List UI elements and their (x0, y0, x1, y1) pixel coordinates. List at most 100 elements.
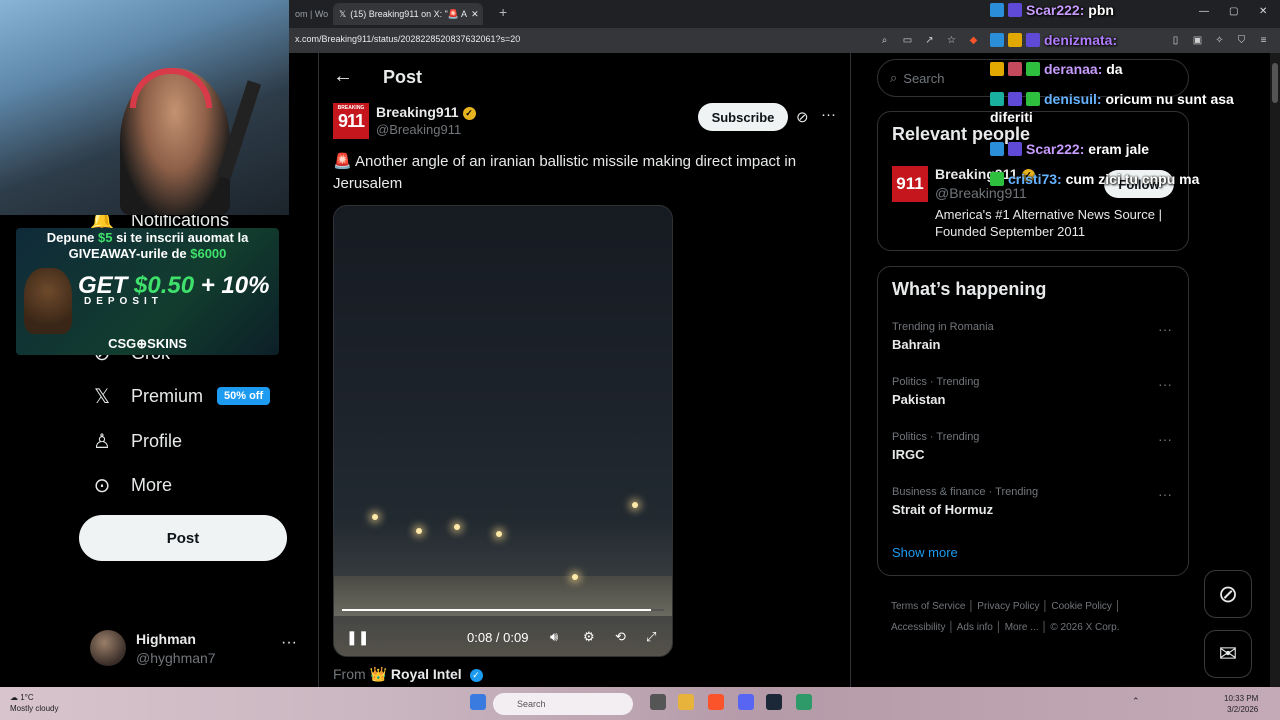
author-name[interactable]: Breaking911 ✓ (376, 104, 476, 120)
video-player[interactable]: ❚❚ 0:08 / 0:09 🔊︎ ⚙ ⟲ ⤢ (333, 205, 673, 657)
webcam-overlay (0, 0, 289, 215)
relevant-person-bio: America's #1 Alternative News Source | F… (935, 207, 1162, 239)
rotate-icon[interactable]: ⟲ (615, 629, 626, 645)
trend-item[interactable]: Business & finance · Trending Strait of H… (892, 486, 1182, 517)
avatar[interactable]: 911 (892, 166, 928, 202)
windows-start-icon[interactable] (470, 694, 486, 710)
search-icon: ⌕ (890, 70, 898, 85)
discord-icon[interactable] (738, 694, 754, 710)
browser-tab[interactable]: om | Wo (289, 3, 331, 25)
ad-logo: CSG⊕SKINS (108, 336, 187, 351)
footer-link[interactable]: More ... (1005, 622, 1039, 633)
grok-float-button[interactable]: ⊘ (1204, 570, 1252, 618)
close-window-button[interactable]: ✕ (1259, 6, 1267, 17)
steam-icon[interactable] (766, 694, 782, 710)
footer-link[interactable]: Ads info (957, 622, 993, 633)
source-name[interactable]: 👑 Royal Intel (370, 666, 462, 682)
account-switcher[interactable]: Highman @hyghman7 ··· (90, 628, 305, 672)
close-tab-icon[interactable]: ✕ (467, 9, 479, 20)
trend-name: Strait of Hormuz (892, 502, 994, 517)
gift-icon (1026, 92, 1040, 106)
ad-text: GIVEAWAY-urile de (68, 246, 191, 261)
nav-more[interactable]: ⊙ More (90, 473, 172, 497)
fullscreen-icon[interactable]: ⤢ (646, 629, 656, 645)
chat-text: da (1106, 61, 1123, 77)
brave-shield-icon[interactable]: ◆ (967, 34, 980, 47)
messages-float-button[interactable]: ✉ (1204, 630, 1252, 678)
grok-icon[interactable]: ⊘ (796, 108, 809, 126)
scrollbar-thumb[interactable] (1272, 63, 1278, 103)
footer-link[interactable]: Accessibility (891, 622, 945, 633)
browser-tab-active[interactable]: 𝕏 (15) Breaking911 on X: "🚨 A ✕ (333, 3, 483, 25)
volume-icon[interactable]: 🔊︎ (550, 629, 558, 645)
zoom-icon[interactable]: ⌕ (878, 34, 891, 47)
video-progress-bar[interactable] (342, 609, 664, 611)
chat-text: eram jale (1088, 141, 1149, 157)
trend-item[interactable]: Trending in Romania Bahrain ··· (892, 321, 1182, 352)
share-icon[interactable]: ↗ (923, 34, 936, 47)
chat-message: denizmata: (990, 31, 1260, 49)
back-arrow-icon[interactable]: ← (333, 65, 353, 88)
more-dots-icon[interactable]: ··· (281, 634, 297, 652)
author-avatar[interactable]: BREAKING 911 (333, 103, 369, 139)
badge-icon (990, 142, 1004, 156)
temperature: 1°C (20, 693, 34, 702)
new-tab-button[interactable]: + (499, 4, 507, 20)
globe-icon[interactable] (796, 694, 812, 710)
file-explorer-icon[interactable] (678, 694, 694, 710)
chat-user: deranaa: (1044, 61, 1103, 77)
footer-link[interactable]: Terms of Service (891, 601, 965, 612)
ad-text: GET (78, 272, 135, 299)
more-dots-icon[interactable]: ··· (1158, 321, 1172, 337)
clock-date: 3/2/2026 (1227, 705, 1259, 714)
settings-gear-icon[interactable]: ⚙ (583, 629, 595, 645)
video-progress-fill (342, 609, 652, 611)
trend-meta: Politics · Trending (892, 431, 980, 443)
sponsor-ad-overlay: Depune $5 si te inscrii auomat la GIVEAW… (16, 228, 279, 355)
chevron-up-icon[interactable]: ⌃ (1132, 696, 1142, 706)
post-text: 🚨 Another angle of an iranian ballistic … (333, 153, 797, 192)
more-dots-icon[interactable]: ··· (1158, 376, 1172, 392)
subscribe-button[interactable]: Subscribe (698, 103, 788, 131)
trend-item[interactable]: Politics · Trending IRGC ··· (892, 431, 1182, 462)
more-dots-icon[interactable]: ··· (1158, 486, 1172, 502)
chat-user: Scar222: (1026, 2, 1085, 18)
bookmark-icon[interactable]: ☆ (945, 34, 958, 47)
street-light (496, 531, 502, 537)
nav-label: Premium (131, 385, 204, 406)
chat-user: denizmata: (1044, 32, 1118, 48)
task-view-icon[interactable] (650, 694, 666, 710)
ad-text: $0.50 (134, 272, 195, 299)
show-more-link[interactable]: Show more (892, 545, 958, 560)
author-handle[interactable]: @Breaking911 (376, 122, 461, 137)
footer-link[interactable]: Cookie Policy (1051, 601, 1112, 612)
street-light (416, 528, 422, 534)
windows-taskbar: ☁ 1°C Mostly cloudy Search ⌃ 10:33 PM 3/2/… (0, 687, 1280, 720)
taskbar-search[interactable]: Search (493, 693, 633, 715)
more-dots-icon[interactable]: ··· (821, 106, 836, 123)
nav-profile[interactable]: ♙ Profile (90, 429, 182, 453)
page-scrollbar[interactable] (1270, 53, 1280, 687)
nav-label: More (131, 474, 173, 495)
grok-icon: ⊘ (1217, 580, 1239, 608)
trend-item[interactable]: Politics · Trending Pakistan ··· (892, 376, 1182, 407)
weather-widget[interactable]: ☁ 1°C Mostly cloudy (10, 692, 58, 714)
nav-premium[interactable]: 𝕏 Premium 50% off (90, 384, 271, 408)
chat-user: cristi73: (1008, 171, 1062, 187)
ad-deposit-text: DEPOSIT (84, 296, 163, 307)
cast-icon[interactable]: ▭ (901, 34, 914, 47)
whats-happening-card: What’s happening Trending in Romania Bahr… (877, 266, 1189, 576)
gift-icon (990, 172, 1004, 186)
more-dots-icon[interactable]: ··· (1158, 431, 1172, 447)
person-icon: ♙ (93, 430, 111, 453)
url-text[interactable]: x.com/Breaking911/status/202822852083763… (295, 34, 520, 44)
chat-message: Scar222: pbn (990, 1, 1260, 19)
footer-link[interactable]: Privacy Policy (977, 601, 1039, 612)
tab-label: om | Wo (295, 9, 329, 19)
pause-icon[interactable]: ❚❚ (346, 629, 369, 646)
x-favicon-icon: 𝕏 (339, 8, 347, 19)
compose-post-button[interactable]: Post (79, 515, 287, 561)
street-light (372, 514, 378, 520)
system-clock[interactable]: 10:33 PM 3/2/2026 (1224, 693, 1258, 715)
brave-browser-icon[interactable] (708, 694, 724, 710)
